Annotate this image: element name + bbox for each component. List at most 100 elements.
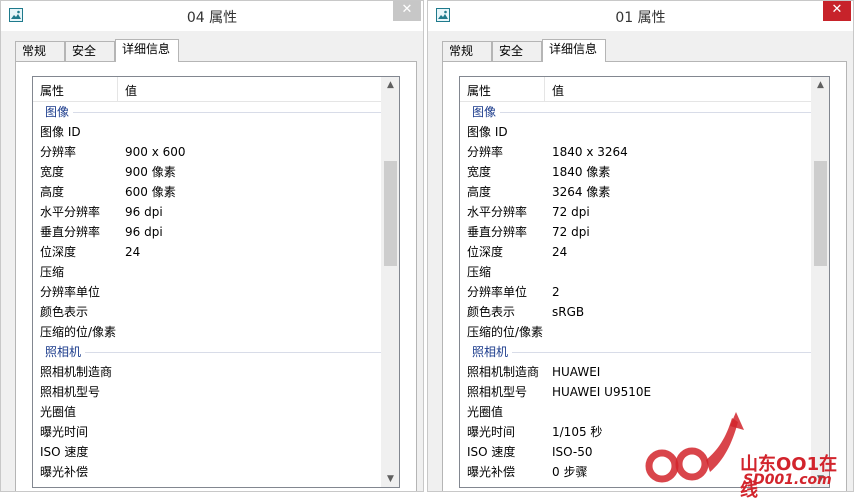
property-value: 24	[552, 245, 568, 259]
list-item[interactable]: 高度 600 像素	[33, 182, 381, 202]
group-label: 照相机	[472, 342, 513, 362]
column-header-property[interactable]: 属性	[467, 82, 491, 99]
list-item[interactable]: 颜色表示	[33, 302, 381, 322]
column-header-property[interactable]: 属性	[40, 82, 64, 99]
properties-list[interactable]: 属性 值 图像 图像 ID 分辨率 900 x 600 宽度 900 像素 高度 60…	[32, 76, 400, 488]
group-label: 图像	[472, 102, 501, 122]
property-name: 压缩的位/像素	[40, 325, 117, 339]
property-value: 1840 x 3264	[552, 145, 628, 159]
property-name: 光圈值	[40, 405, 77, 419]
property-value: 72 dpi	[552, 205, 590, 219]
list-item[interactable]: 高度 3264 像素	[460, 182, 811, 202]
property-name: 图像 ID	[40, 125, 81, 139]
property-name: 分辨率	[467, 145, 504, 159]
list-item[interactable]: 宽度 900 像素	[33, 162, 381, 182]
property-name: 颜色表示	[467, 305, 516, 319]
property-name: 颜色表示	[40, 305, 89, 319]
scrollbar-thumb[interactable]	[384, 161, 397, 266]
list-item[interactable]: 压缩的位/像素	[460, 322, 811, 342]
window-title: 01 属性	[615, 10, 666, 26]
property-value: 1840 像素	[552, 165, 611, 179]
property-value: 96 dpi	[125, 205, 163, 219]
group-header-image[interactable]: 图像	[460, 102, 811, 122]
list-item[interactable]: 曝光补偿	[33, 462, 381, 482]
scroll-up-arrow-icon[interactable]: ▲	[812, 77, 829, 93]
scroll-up-arrow-icon[interactable]: ▲	[382, 77, 399, 93]
title-bar[interactable]: 04 属性 ✕	[1, 1, 423, 31]
list-item[interactable]: 照相机制造商 HUAWEI	[460, 362, 811, 382]
title-bar[interactable]: 01 属性 ✕	[428, 1, 853, 31]
tab-security[interactable]: 安全	[65, 41, 115, 61]
list-item[interactable]: 分辨率单位	[33, 282, 381, 302]
list-item[interactable]: 宽度 1840 像素	[460, 162, 811, 182]
column-divider[interactable]	[117, 77, 118, 101]
property-value: HUAWEI	[552, 365, 601, 379]
list-item[interactable]: 颜色表示 sRGB	[460, 302, 811, 322]
property-name: 压缩的位/像素	[467, 325, 544, 339]
property-name: 位深度	[40, 245, 77, 259]
list-header: 属性 值	[33, 77, 381, 102]
list-item[interactable]: 水平分辨率 96 dpi	[33, 202, 381, 222]
tab-security[interactable]: 安全	[492, 41, 542, 61]
property-name: 垂直分辨率	[40, 225, 101, 239]
property-name: 曝光时间	[40, 425, 89, 439]
list-item[interactable]: 分辨率单位 2	[460, 282, 811, 302]
group-header-image[interactable]: 图像	[33, 102, 381, 122]
list-item[interactable]: 曝光时间	[33, 422, 381, 442]
tab-details[interactable]: 详细信息	[542, 39, 606, 62]
column-header-value[interactable]: 值	[125, 82, 137, 99]
list-item[interactable]: 压缩	[33, 262, 381, 282]
list-rows: 图像 图像 ID 分辨率 900 x 600 宽度 900 像素 高度 600 像素 …	[33, 102, 381, 482]
group-label: 照相机	[45, 342, 86, 362]
column-header-value[interactable]: 值	[552, 82, 564, 99]
scrollbar-thumb[interactable]	[814, 161, 827, 266]
tab-general[interactable]: 常规	[442, 41, 492, 61]
property-name: 光圈值	[467, 405, 504, 419]
list-item[interactable]: 照相机型号 HUAWEI U9510E	[460, 382, 811, 402]
list-item[interactable]: 位深度 24	[33, 242, 381, 262]
scroll-down-arrow-icon[interactable]: ▼	[382, 471, 399, 487]
details-panel: 属性 值 图像 图像 ID 分辨率 900 x 600 宽度 900 像素 高度 60…	[15, 61, 417, 491]
property-value: 24	[125, 245, 141, 259]
list-item[interactable]: 图像 ID	[460, 122, 811, 142]
list-item[interactable]: 压缩的位/像素	[33, 322, 381, 342]
property-name: 照相机制造商	[467, 365, 540, 379]
property-name: 分辨率单位	[40, 285, 101, 299]
close-button[interactable]: ✕	[823, 1, 851, 21]
vertical-scrollbar[interactable]: ▲ ▼	[381, 77, 399, 487]
list-item[interactable]: 图像 ID	[33, 122, 381, 142]
list-item[interactable]: 压缩	[460, 262, 811, 282]
list-item[interactable]: 光圈值	[33, 402, 381, 422]
list-item[interactable]: 分辨率 900 x 600	[33, 142, 381, 162]
list-item[interactable]: ISO 速度	[33, 442, 381, 462]
property-name: 宽度	[467, 165, 492, 179]
property-value: 72 dpi	[552, 225, 590, 239]
tab-details[interactable]: 详细信息	[115, 39, 179, 62]
list-item[interactable]: 分辨率 1840 x 3264	[460, 142, 811, 162]
property-name: 宽度	[40, 165, 65, 179]
watermark-url: SD001.com	[743, 472, 832, 488]
close-button[interactable]: ✕	[393, 1, 421, 21]
property-value: 96 dpi	[125, 225, 163, 239]
property-name: 压缩	[467, 265, 492, 279]
column-divider[interactable]	[544, 77, 545, 101]
tab-general[interactable]: 常规	[15, 41, 65, 61]
list-item[interactable]: 照相机型号	[33, 382, 381, 402]
list-item[interactable]: 垂直分辨率 72 dpi	[460, 222, 811, 242]
property-name: 高度	[40, 185, 65, 199]
property-name: 图像 ID	[467, 125, 508, 139]
group-header-camera[interactable]: 照相机	[460, 342, 811, 362]
list-item[interactable]: 照相机制造商	[33, 362, 381, 382]
property-name: ISO 速度	[467, 445, 516, 459]
property-name: 曝光时间	[467, 425, 516, 439]
group-header-camera[interactable]: 照相机	[33, 342, 381, 362]
property-name: ISO 速度	[40, 445, 89, 459]
list-item[interactable]: 位深度 24	[460, 242, 811, 262]
list-item[interactable]: 垂直分辨率 96 dpi	[33, 222, 381, 242]
property-value: HUAWEI U9510E	[552, 385, 652, 399]
window-title: 04 属性	[186, 10, 238, 26]
property-name: 水平分辨率	[40, 205, 101, 219]
list-item[interactable]: 水平分辨率 72 dpi	[460, 202, 811, 222]
property-value: 900 x 600	[125, 145, 186, 159]
property-value: 900 像素	[125, 165, 176, 179]
